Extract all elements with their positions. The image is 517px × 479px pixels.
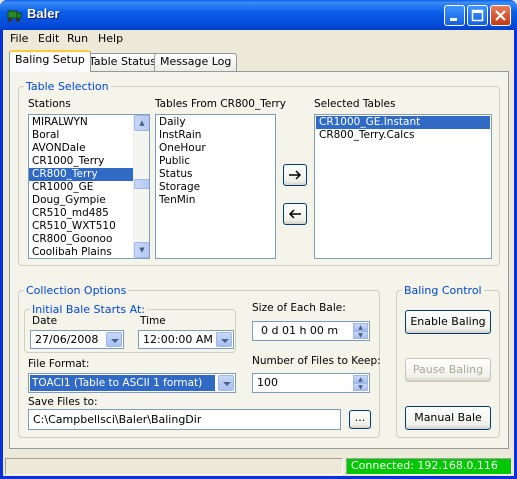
table-list-item[interactable]: Public (156, 155, 275, 168)
tab-message-log[interactable]: Message Log (154, 53, 238, 71)
connection-status: Connected: 192.168.0.116 (346, 458, 512, 475)
menu-bar: File Edit Run Help (3, 30, 514, 48)
station-list-item[interactable]: CR800_Goonoo (29, 233, 149, 246)
chevron-down-icon[interactable] (218, 375, 234, 391)
date-value: 27/06/2008 (35, 333, 99, 346)
window-title: Baler (27, 6, 60, 21)
menu-edit[interactable]: Edit (38, 32, 59, 45)
close-icon (495, 10, 506, 21)
chevron-down-icon[interactable] (216, 332, 232, 347)
spin-up-icon[interactable]: ▲ (353, 323, 368, 331)
table-list-item[interactable]: Status (156, 168, 275, 181)
remove-table-button[interactable] (283, 203, 307, 225)
bale-size-label: Size of Each Bale: (252, 302, 346, 314)
baling-setup-panel: Table Selection Stations MIRALWYN Boral AV… (9, 71, 509, 449)
files-to-keep-spinner[interactable]: ▲ ▼ (353, 375, 368, 391)
files-to-keep-label: Number of Files to Keep: (252, 355, 381, 367)
selected-tables-list[interactable]: CR1000_GE.Instant CR800_Terry.Calcs (314, 114, 492, 259)
station-list-item[interactable]: AVONDale (29, 142, 149, 155)
station-list-item[interactable]: CR510_WXT510 (29, 220, 149, 233)
table-selection-legend: Table Selection (26, 80, 109, 93)
time-picker[interactable]: 12:00:00 AM (138, 330, 234, 349)
save-path-value: C:\Campbellsci\Baler\BalingDir (33, 413, 202, 426)
spin-up-icon[interactable]: ▲ (353, 375, 368, 383)
station-list-item[interactable]: MIRALWYN (29, 116, 149, 129)
app-window: Baler File Edit Run Help Baling Setup Ta… (0, 0, 517, 479)
manual-bale-button[interactable]: Manual Bale (405, 406, 491, 430)
table-list-item[interactable]: TenMin (156, 194, 275, 207)
station-list-item[interactable]: CR510_md485 (29, 207, 149, 220)
selected-table-item[interactable]: CR800_Terry.Calcs (316, 129, 490, 142)
chevron-down-icon[interactable] (106, 332, 122, 347)
bale-size-input[interactable]: 0 d 01 h 00 m ▲ ▼ (252, 321, 370, 341)
spin-down-icon[interactable]: ▼ (353, 383, 368, 391)
title-bar: Baler (0, 0, 517, 30)
menu-file[interactable]: File (10, 32, 28, 45)
browse-button[interactable]: ... (349, 410, 371, 429)
available-tables-list[interactable]: Daily InstRain OneHour Public Status Storage T… (155, 114, 276, 259)
pause-baling-button[interactable]: Pause Baling (405, 358, 491, 382)
station-list-item[interactable]: Doug_Gympie (29, 194, 149, 207)
scroll-thumb[interactable] (134, 179, 149, 189)
status-pane-main (5, 458, 343, 475)
menu-help[interactable]: Help (98, 32, 123, 45)
stations-scrollbar[interactable]: ▲ ▼ (133, 115, 149, 258)
spin-down-icon[interactable]: ▼ (353, 331, 368, 339)
date-label: Date (32, 315, 58, 327)
arrow-right-icon (289, 170, 302, 180)
station-list-item[interactable]: CR1000_GE (29, 181, 149, 194)
files-to-keep-value: 100 (257, 376, 278, 389)
tab-baling-setup[interactable]: Baling Setup (9, 50, 91, 72)
file-format-label: File Format: (28, 358, 90, 370)
add-table-button[interactable] (283, 164, 307, 186)
station-list-item[interactable]: CR800_Terry (29, 168, 149, 181)
stations-label: Stations (28, 98, 71, 110)
time-label: Time (140, 315, 166, 327)
minimize-icon (450, 18, 457, 21)
bale-size-spinner[interactable]: ▲ ▼ (353, 323, 368, 339)
station-list-item[interactable]: Coolibah Plains (29, 246, 149, 258)
save-path-input[interactable]: C:\Campbellsci\Baler\BalingDir (28, 409, 341, 430)
close-button[interactable] (490, 5, 511, 26)
station-list-item[interactable]: Boral (29, 129, 149, 142)
date-picker[interactable]: 27/06/2008 (30, 330, 124, 349)
table-list-item[interactable]: Storage (156, 181, 275, 194)
baling-control-legend: Baling Control (404, 284, 482, 297)
selected-table-item[interactable]: CR1000_GE.Instant (316, 116, 490, 129)
files-to-keep-input[interactable]: 100 ▲ ▼ (252, 373, 370, 393)
time-value: 12:00:00 AM (143, 333, 213, 346)
bale-size-value: 0 d 01 h 00 m (261, 324, 339, 337)
file-format-select[interactable]: TOACI1 (Table to ASCII 1 format) (28, 373, 236, 393)
enable-baling-button[interactable]: Enable Baling (405, 310, 491, 334)
file-format-value: TOACI1 (Table to ASCII 1 format) (30, 375, 215, 391)
table-list-item[interactable]: Daily (156, 116, 275, 129)
collection-options-legend: Collection Options (26, 284, 127, 297)
arrow-left-icon (288, 209, 301, 219)
tab-table-status[interactable]: Table Status (83, 53, 162, 71)
status-bar: Connected: 192.168.0.116 (3, 456, 514, 476)
maximize-button[interactable] (467, 5, 488, 26)
baler-app-icon (7, 10, 22, 23)
table-list-item[interactable]: InstRain (156, 129, 275, 142)
minimize-button[interactable] (444, 5, 465, 26)
menu-run[interactable]: Run (67, 32, 88, 45)
save-files-label: Save Files to: (28, 396, 98, 408)
tables-from-label: Tables From CR800_Terry (155, 98, 286, 110)
maximize-icon (471, 9, 484, 22)
table-list-item[interactable]: OneHour (156, 142, 275, 155)
selected-tables-label: Selected Tables (314, 98, 396, 110)
scroll-up-icon[interactable]: ▲ (134, 115, 149, 131)
scroll-down-icon[interactable]: ▼ (134, 242, 149, 258)
station-list-item[interactable]: CR1000_Terry (29, 155, 149, 168)
stations-list[interactable]: MIRALWYN Boral AVONDale CR1000_Terry CR800_T… (28, 114, 150, 259)
